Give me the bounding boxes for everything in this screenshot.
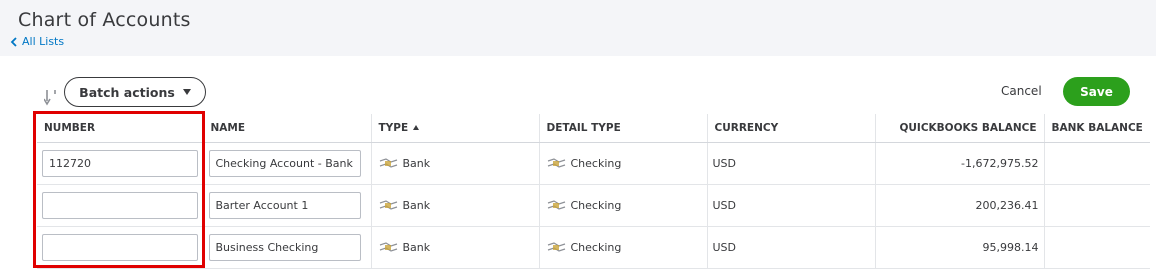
cancel-button[interactable]: Cancel <box>1001 84 1042 98</box>
bank-icon <box>379 241 397 252</box>
page-header: Chart of Accounts All Lists <box>0 0 1156 56</box>
bank-balance-cell <box>1043 226 1150 269</box>
column-header-bank-balance[interactable]: BANK BALANCE <box>1043 114 1150 143</box>
type-cell: Bank <box>370 142 539 185</box>
name-cell <box>202 142 371 185</box>
column-header-type[interactable]: TYPE <box>370 114 539 143</box>
detail-type-cell: Checking <box>538 184 707 227</box>
column-header-name[interactable]: NAME <box>202 114 371 143</box>
number-cell <box>37 142 203 185</box>
number-input[interactable] <box>42 233 198 261</box>
number-input[interactable] <box>42 191 198 219</box>
name-input[interactable] <box>208 149 361 177</box>
column-header-currency[interactable]: CURRENCY <box>706 114 875 143</box>
name-input[interactable] <box>208 233 361 261</box>
table-row: Bank Checking USD -1,672,975.52 <box>37 142 1150 185</box>
number-input[interactable] <box>42 149 198 177</box>
table-header-row: NUMBER NAME TYPE DETAIL TYPE CURRENCY QU… <box>37 114 1150 143</box>
all-lists-link-label: All Lists <box>22 35 65 48</box>
bank-icon <box>547 199 565 210</box>
bank-icon <box>547 157 565 168</box>
detail-type-value: Checking <box>570 240 622 254</box>
all-lists-link[interactable]: All Lists <box>10 35 64 48</box>
quickbooks-balance-cell: 200,236.41 <box>874 184 1044 227</box>
bank-icon <box>379 157 397 168</box>
type-value: Bank <box>402 198 431 212</box>
save-button[interactable]: Save <box>1063 77 1130 106</box>
column-header-quickbooks-balance[interactable]: QUICKBOOKS BALANCE <box>874 114 1044 143</box>
type-value: Bank <box>402 240 431 254</box>
return-arrow-icon <box>44 90 56 106</box>
name-input[interactable] <box>208 191 361 219</box>
bank-icon <box>379 199 397 210</box>
page-title: Chart of Accounts <box>18 9 191 31</box>
batch-actions-button[interactable]: Batch actions <box>64 77 206 107</box>
caret-down-icon <box>182 89 191 95</box>
table-row: Bank Checking USD 200,236.41 <box>37 184 1150 227</box>
currency-cell: USD <box>706 142 875 185</box>
name-cell <box>202 226 371 269</box>
currency-cell: USD <box>706 184 875 227</box>
bank-icon <box>547 241 565 252</box>
column-header-number[interactable]: NUMBER <box>37 114 203 143</box>
detail-type-cell: Checking <box>538 226 707 269</box>
batch-actions-label: Batch actions <box>79 84 175 100</box>
bank-balance-cell <box>1043 142 1150 185</box>
detail-type-cell: Checking <box>538 142 707 185</box>
type-cell: Bank <box>370 226 539 269</box>
type-cell: Bank <box>370 184 539 227</box>
number-cell <box>37 184 203 227</box>
bank-balance-cell <box>1043 184 1150 227</box>
number-cell <box>37 226 203 269</box>
quickbooks-balance-cell: 95,998.14 <box>874 226 1044 269</box>
quickbooks-balance-cell: -1,672,975.52 <box>874 142 1044 185</box>
column-header-detail-type[interactable]: DETAIL TYPE <box>538 114 707 143</box>
name-cell <box>202 184 371 227</box>
sort-ascending-icon <box>413 124 420 130</box>
currency-cell: USD <box>706 226 875 269</box>
chevron-left-icon <box>10 36 17 47</box>
detail-type-value: Checking <box>570 198 622 212</box>
detail-type-value: Checking <box>570 156 622 170</box>
accounts-table: NUMBER NAME TYPE DETAIL TYPE CURRENCY QU… <box>37 114 1150 269</box>
type-value: Bank <box>402 156 431 170</box>
table-row: Bank Checking USD 95,998.14 <box>37 226 1150 269</box>
